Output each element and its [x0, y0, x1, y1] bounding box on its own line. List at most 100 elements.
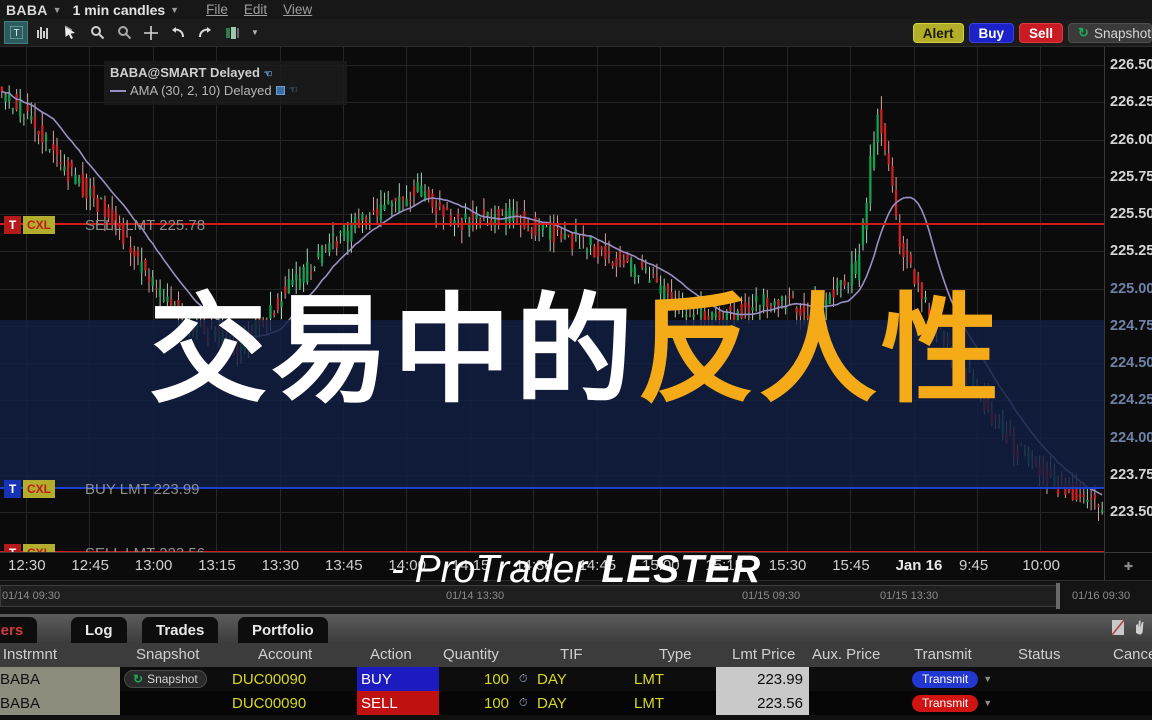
- svg-text:T: T: [13, 28, 19, 39]
- chart-toolbar: T ▼ Alert Buy Sell ↻ Snapshot: [0, 19, 1152, 47]
- snapshot-button[interactable]: ↻ Snapshot: [1068, 23, 1152, 43]
- price-chart[interactable]: T CXL SELL LMT 225.78 T CXL BUY LMT 223.…: [0, 47, 1104, 552]
- undo-icon[interactable]: [167, 22, 189, 43]
- legend-instrument-row: BABA@SMART Delayed ☜: [110, 65, 341, 80]
- cell-tif[interactable]: DAY: [537, 691, 567, 715]
- text-tool-icon[interactable]: T: [4, 21, 28, 44]
- hand-icon[interactable]: ☜: [264, 69, 273, 80]
- legend-indicator-label: AMA (30, 2, 10) Delayed: [130, 83, 272, 98]
- column-tif[interactable]: TIF: [560, 646, 583, 663]
- snapshot-row-label: Snapshot: [147, 672, 198, 686]
- column-fnncl-instrmnt[interactable]: Fnncl Instrmnt: [0, 646, 57, 663]
- order-transmit-badge[interactable]: T: [4, 216, 21, 234]
- column-action[interactable]: Action: [370, 646, 412, 663]
- price-tick: 224.00: [1110, 429, 1152, 446]
- tab-log[interactable]: Log: [71, 617, 127, 643]
- cursor-arrow-icon[interactable]: [59, 22, 81, 43]
- orders-column-header: Fnncl Instrmnt Snapshot Account Action Q…: [0, 643, 1152, 667]
- cell-status: [1018, 667, 1098, 691]
- order-label-sell-225-78[interactable]: T CXL SELL LMT 225.78: [4, 215, 205, 235]
- cell-quantity[interactable]: 100: [484, 691, 509, 715]
- cell-account[interactable]: DUC00090: [232, 691, 306, 715]
- tab-portfolio[interactable]: Portfolio: [238, 617, 328, 643]
- cell-type[interactable]: LMT: [634, 691, 664, 715]
- orders-tabstrip: Orders Log Trades Portfolio: [0, 614, 1152, 643]
- sell-button[interactable]: Sell: [1019, 23, 1064, 43]
- legend-line-swatch: [110, 89, 126, 92]
- order-cancel-badge[interactable]: CXL: [23, 480, 55, 498]
- cell-status: [1018, 691, 1098, 715]
- crosshair-icon[interactable]: [140, 22, 162, 43]
- clock-icon: ⏱: [519, 672, 528, 685]
- tab-orders[interactable]: Orders: [0, 617, 38, 643]
- redo-icon[interactable]: [194, 22, 216, 43]
- column-account[interactable]: Account: [258, 646, 312, 663]
- table-row[interactable]: BABA ↻ Snapshot DUC00090 BUY 100 ⏱ DAY L…: [0, 667, 1152, 691]
- chart-style-icon[interactable]: [221, 22, 243, 43]
- order-label-buy-223-99[interactable]: T CXL BUY LMT 223.99: [4, 479, 200, 499]
- timeframe-label[interactable]: 1 min candles: [73, 2, 166, 18]
- order-line-text: SELL LMT 225.78: [85, 216, 206, 234]
- order-transmit-badge[interactable]: T: [4, 480, 21, 498]
- cell-cancel[interactable]: [1110, 667, 1152, 691]
- hand-icon[interactable]: ☜: [289, 85, 298, 96]
- transmit-dropdown-icon[interactable]: ▼: [983, 698, 992, 708]
- legend-checkbox[interactable]: [275, 86, 285, 95]
- column-cancel[interactable]: Cancel: [1113, 646, 1152, 663]
- column-status[interactable]: Status: [1018, 646, 1061, 663]
- buy-button[interactable]: Buy: [968, 23, 1015, 43]
- subtitle-name: LESTER: [601, 548, 762, 591]
- cell-action[interactable]: SELL: [357, 691, 439, 715]
- menu-edit[interactable]: Edit: [244, 2, 267, 17]
- legend-indicator-row: AMA (30, 2, 10) Delayed ☜: [110, 83, 341, 98]
- chart-highlight-band: [0, 320, 1104, 489]
- cell-action[interactable]: BUY: [357, 667, 439, 691]
- cell-lmt-price[interactable]: 223.56: [716, 691, 809, 715]
- price-axis[interactable]: 226.50 226.25 226.00 225.75 225.50 225.25 225.…: [1104, 47, 1152, 552]
- column-lmt-price[interactable]: Lmt Price: [732, 646, 795, 663]
- no-document-icon[interactable]: [1111, 619, 1125, 636]
- cell-instrument[interactable]: BABA: [0, 667, 120, 691]
- transmit-button[interactable]: Transmit: [912, 670, 979, 688]
- column-quantity[interactable]: Quantity: [443, 646, 499, 663]
- price-tick: 226.50: [1110, 57, 1152, 73]
- column-snapshot[interactable]: Snapshot: [136, 646, 199, 663]
- menu-view[interactable]: View: [283, 2, 312, 17]
- column-transmit[interactable]: Transmit: [914, 646, 972, 663]
- order-line-text: BUY LMT 223.99: [85, 480, 200, 498]
- column-aux-price[interactable]: Aux. Price: [812, 646, 880, 663]
- cell-tif[interactable]: DAY: [537, 667, 567, 691]
- cell-aux-price[interactable]: [812, 667, 902, 691]
- transmit-dropdown-icon[interactable]: ▼: [983, 674, 992, 684]
- hand-icon[interactable]: [1132, 619, 1146, 636]
- legend-instrument-label: BABA@SMART Delayed: [110, 65, 260, 80]
- cell-type[interactable]: LMT: [634, 667, 664, 691]
- column-type[interactable]: Type: [659, 646, 692, 663]
- cell-cancel[interactable]: [1110, 691, 1152, 715]
- chart-style-dropdown-icon[interactable]: ▼: [248, 22, 262, 43]
- transmit-button[interactable]: Transmit: [912, 694, 979, 712]
- cell-snapshot[interactable]: ↻ Snapshot: [124, 667, 207, 691]
- price-tick: 225.25: [1110, 243, 1152, 260]
- snapshot-button-label: Snapshot: [1093, 25, 1151, 41]
- zoom-out-icon[interactable]: [113, 22, 135, 43]
- zoom-in-icon[interactable]: [86, 22, 108, 43]
- symbol-label[interactable]: BABA: [6, 2, 48, 18]
- cell-account[interactable]: DUC00090: [232, 667, 306, 691]
- refresh-icon: ↻: [133, 672, 144, 686]
- timeframe-dropdown-icon[interactable]: ▼: [170, 5, 179, 15]
- cell-instrument[interactable]: BABA: [0, 691, 120, 715]
- bar-chart-icon[interactable]: [32, 22, 54, 43]
- cell-aux-price[interactable]: [812, 691, 902, 715]
- menu-file[interactable]: File: [206, 2, 228, 17]
- snapshot-row-button[interactable]: ↻ Snapshot: [124, 670, 207, 688]
- tab-trades[interactable]: Trades: [142, 617, 219, 643]
- cell-quantity[interactable]: 100: [484, 667, 509, 691]
- alert-button[interactable]: Alert: [912, 23, 964, 43]
- cell-transmit[interactable]: Transmit ▼: [912, 691, 992, 715]
- order-cancel-badge[interactable]: CXL: [23, 216, 55, 234]
- table-row[interactable]: BABA DUC00090 SELL 100 ⏱ DAY LMT 223.56 …: [0, 691, 1152, 715]
- symbol-dropdown-icon[interactable]: ▼: [53, 5, 62, 15]
- cell-transmit[interactable]: Transmit ▼: [912, 667, 992, 691]
- cell-lmt-price[interactable]: 223.99: [716, 667, 809, 691]
